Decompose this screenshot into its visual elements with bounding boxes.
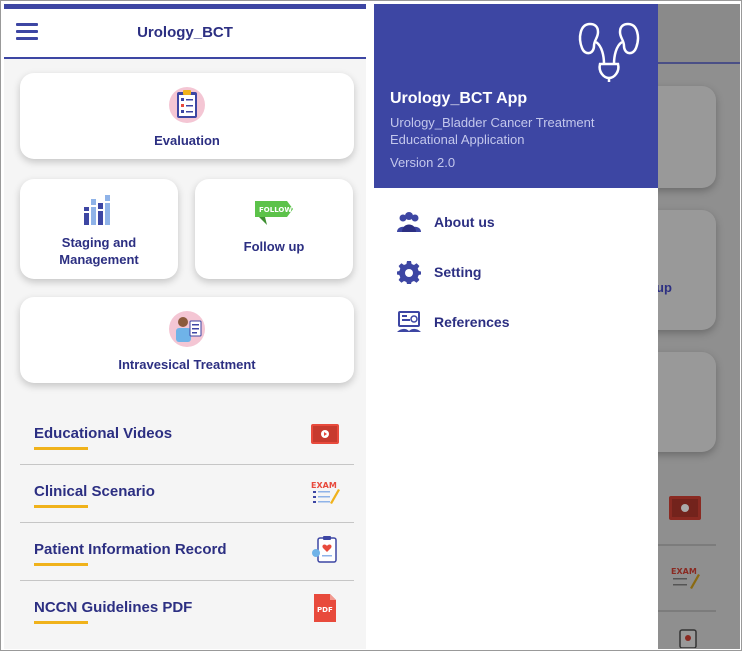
- list-item-educational-videos[interactable]: Educational Videos: [20, 407, 354, 465]
- drawer-item-references[interactable]: References: [396, 308, 636, 336]
- staging-label-line2: Management: [59, 252, 139, 267]
- label-underline: [34, 621, 88, 624]
- drawer-header: Urology_BCT App Urology_Bladder Cancer T…: [374, 4, 658, 188]
- home-screen: Urology_BCT Evaluation Staging and Manag…: [4, 4, 366, 649]
- navigation-drawer: Urology_BCT App Urology_Bladder Cancer T…: [374, 4, 658, 649]
- drawer-item-label: References: [434, 314, 510, 330]
- svg-text:EXAM: EXAM: [671, 567, 697, 576]
- dimmed-exam-icon: EXAM: [671, 567, 700, 589]
- list-item-label: Clinical Scenario: [34, 483, 155, 500]
- follow-up-label: Follow up: [243, 239, 305, 254]
- svg-text:FOLLOW: FOLLOW: [259, 206, 292, 214]
- evaluation-card[interactable]: Evaluation: [20, 73, 354, 159]
- intravesical-treatment-card[interactable]: Intravesical Treatment: [20, 297, 354, 383]
- drawer-item-setting[interactable]: Setting: [396, 258, 636, 286]
- follow-up-card[interactable]: FOLLOW Follow up: [195, 179, 353, 279]
- dimmed-follow-up-fragment: up: [656, 280, 672, 295]
- urinary-system-logo-icon: [578, 22, 640, 82]
- list-item-label: Educational Videos: [34, 425, 173, 442]
- list-item-nccn-guidelines-pdf[interactable]: NCCN Guidelines PDF PDF: [20, 581, 354, 639]
- list-item-label: Patient Information Record: [34, 541, 227, 558]
- intravesical-label: Intravesical Treatment: [118, 357, 256, 372]
- patient-record-icon: [312, 536, 337, 563]
- pdf-icon: PDF: [314, 594, 336, 622]
- dimmed-video-icon: [669, 496, 701, 520]
- drawer-item-label: About us: [434, 214, 495, 230]
- list-item-clinical-scenario[interactable]: Clinical Scenario EXAM: [20, 465, 354, 523]
- label-underline: [34, 563, 88, 566]
- doctor-icon: [169, 311, 205, 347]
- app-bar: Urology_BCT: [4, 9, 366, 59]
- svg-text:EXAM: EXAM: [311, 481, 337, 490]
- label-underline: [34, 505, 88, 508]
- drawer-open-screen: up EXAM Urology_BCT App Urology_Bladder …: [374, 4, 740, 649]
- clipboard-checklist-icon: [169, 87, 205, 123]
- drawer-title: Urology_BCT App: [390, 90, 528, 107]
- video-icon: [311, 424, 339, 444]
- app-title: Urology_BCT: [137, 24, 233, 41]
- drawer-subtitle: Urology_Bladder Cancer Treatment Educati…: [390, 115, 595, 147]
- bar-chart-icon: [84, 195, 110, 225]
- follow-tag-icon: FOLLOW: [255, 201, 293, 225]
- label-underline: [34, 447, 88, 450]
- staging-label-line1: Staging and: [61, 235, 137, 250]
- drawer-item-about-us[interactable]: About us: [396, 208, 636, 236]
- references-icon: [397, 311, 421, 332]
- users-icon: [397, 212, 421, 232]
- dimmed-patient-record-icon: [679, 629, 697, 648]
- resource-list: Educational Videos Clinical Scenario EXA…: [20, 407, 354, 639]
- drawer-version: Version 2.0: [390, 155, 456, 170]
- svg-text:PDF: PDF: [317, 606, 333, 614]
- list-item-patient-information-record[interactable]: Patient Information Record: [20, 523, 354, 581]
- staging-management-card[interactable]: Staging and Management: [20, 179, 178, 279]
- list-item-label: NCCN Guidelines PDF: [34, 599, 193, 616]
- evaluation-label: Evaluation: [154, 133, 220, 148]
- exam-icon: EXAM: [311, 481, 340, 504]
- drawer-item-label: Setting: [434, 264, 482, 280]
- gear-icon: [397, 261, 421, 284]
